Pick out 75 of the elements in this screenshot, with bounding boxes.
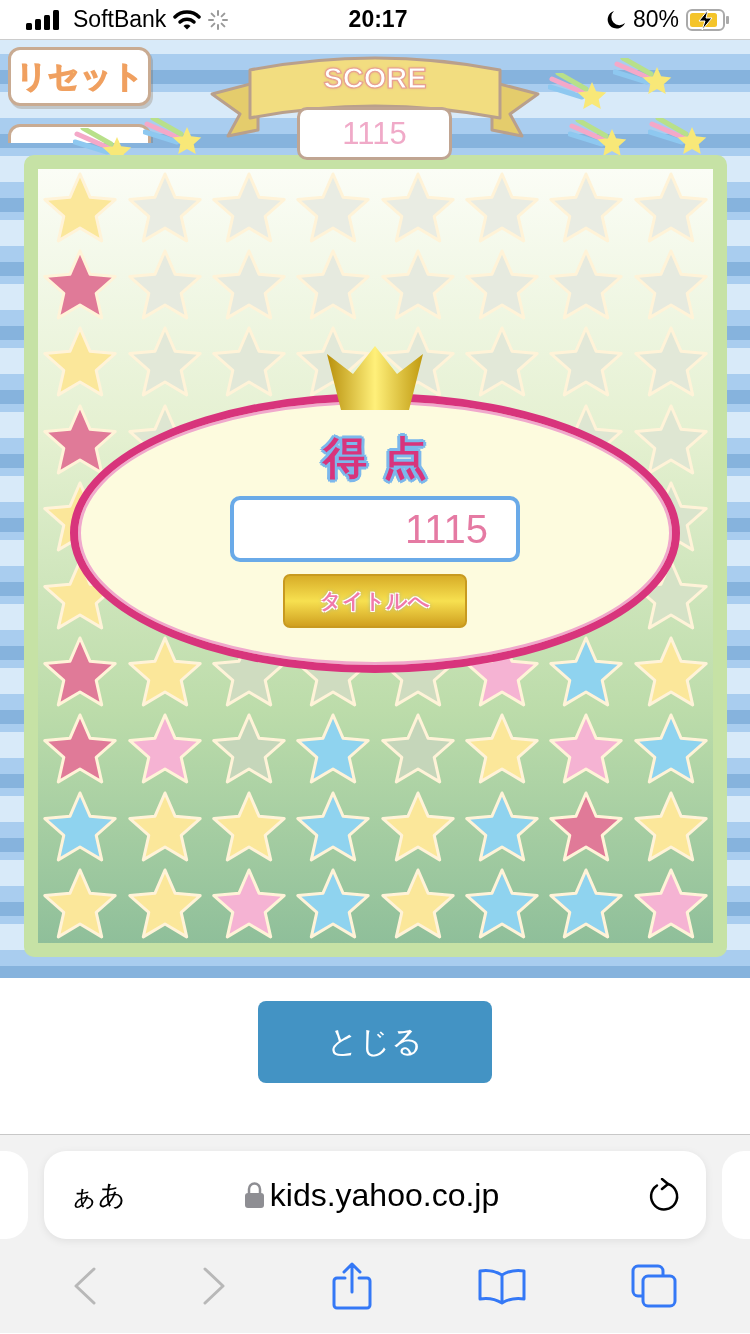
star-piece[interactable] <box>381 714 455 784</box>
battery-percentage: 80% <box>632 6 679 33</box>
star-piece[interactable] <box>634 404 708 475</box>
wifi-icon <box>173 9 202 30</box>
star-piece[interactable] <box>634 249 708 320</box>
star-piece[interactable] <box>127 172 202 243</box>
score-field: 1115 <box>230 496 520 562</box>
battery-charging-icon <box>686 8 730 31</box>
star-piece[interactable] <box>465 868 539 939</box>
clock-time: 20:17 <box>348 6 408 33</box>
star-piece[interactable] <box>634 327 708 397</box>
star-piece[interactable] <box>465 249 539 320</box>
star-piece[interactable] <box>296 791 370 862</box>
star-piece[interactable] <box>43 791 117 862</box>
star-piece[interactable] <box>43 172 117 243</box>
star-piece[interactable] <box>634 791 708 862</box>
star-piece[interactable] <box>549 249 624 320</box>
star-piece[interactable] <box>127 327 202 397</box>
star-piece[interactable] <box>212 714 286 784</box>
star-piece[interactable] <box>634 172 708 243</box>
star-piece[interactable] <box>634 714 708 784</box>
star-piece[interactable] <box>212 868 286 939</box>
star-piece[interactable] <box>465 327 539 397</box>
star-piece[interactable] <box>381 791 455 862</box>
star-piece[interactable] <box>465 791 539 862</box>
star-piece[interactable] <box>212 249 286 320</box>
star-piece[interactable] <box>43 868 117 939</box>
star-piece[interactable] <box>634 868 708 939</box>
star-piece[interactable] <box>381 868 455 939</box>
lock-icon <box>244 1182 264 1208</box>
star-piece[interactable] <box>296 172 370 243</box>
loading-spinner-icon <box>208 9 229 30</box>
star-piece[interactable] <box>127 791 202 862</box>
star-piece[interactable] <box>127 868 202 939</box>
star-piece[interactable] <box>296 868 370 939</box>
star-piece[interactable] <box>43 404 117 475</box>
star-piece[interactable] <box>43 636 117 707</box>
address-bar[interactable]: ぁあ kids.yahoo.co.jp <box>44 1151 706 1239</box>
url-text: kids.yahoo.co.jp <box>269 1176 500 1214</box>
moon-icon <box>605 9 626 30</box>
score-value: 1115 <box>297 107 452 160</box>
star-piece[interactable] <box>549 791 624 862</box>
carrier-name: SoftBank <box>73 6 167 33</box>
star-piece[interactable] <box>549 868 624 939</box>
star-piece[interactable] <box>549 327 624 397</box>
star-piece[interactable] <box>465 172 539 243</box>
tabs-icon[interactable] <box>631 1264 678 1308</box>
result-title: 得 点 <box>323 431 427 485</box>
star-piece[interactable] <box>549 636 624 707</box>
score-label: SCORE <box>322 62 428 95</box>
star-piece[interactable] <box>296 249 370 320</box>
star-piece[interactable] <box>212 172 286 243</box>
reload-icon[interactable] <box>648 1178 680 1212</box>
star-piece[interactable] <box>127 249 202 320</box>
bookmarks-icon[interactable] <box>477 1267 526 1305</box>
star-piece[interactable] <box>43 249 117 320</box>
star-piece[interactable] <box>43 714 117 784</box>
close-button[interactable]: とじる <box>258 1001 492 1083</box>
reset-button[interactable]: リセット <box>8 47 151 106</box>
star-piece[interactable] <box>381 249 455 320</box>
crown-icon <box>325 346 425 410</box>
star-piece[interactable] <box>381 172 455 243</box>
star-piece[interactable] <box>127 636 202 707</box>
title-button[interactable]: タイトルへ <box>283 574 467 628</box>
star-piece[interactable] <box>43 327 117 397</box>
star-piece[interactable] <box>465 714 539 784</box>
star-piece[interactable] <box>549 714 624 784</box>
star-piece[interactable] <box>212 791 286 862</box>
star-piece[interactable] <box>549 172 624 243</box>
star-piece[interactable] <box>212 327 286 397</box>
star-piece[interactable] <box>634 636 708 707</box>
star-piece[interactable] <box>296 714 370 784</box>
text-size-button[interactable]: ぁあ <box>70 1177 126 1213</box>
share-icon[interactable] <box>332 1262 372 1310</box>
star-piece[interactable] <box>127 714 202 784</box>
